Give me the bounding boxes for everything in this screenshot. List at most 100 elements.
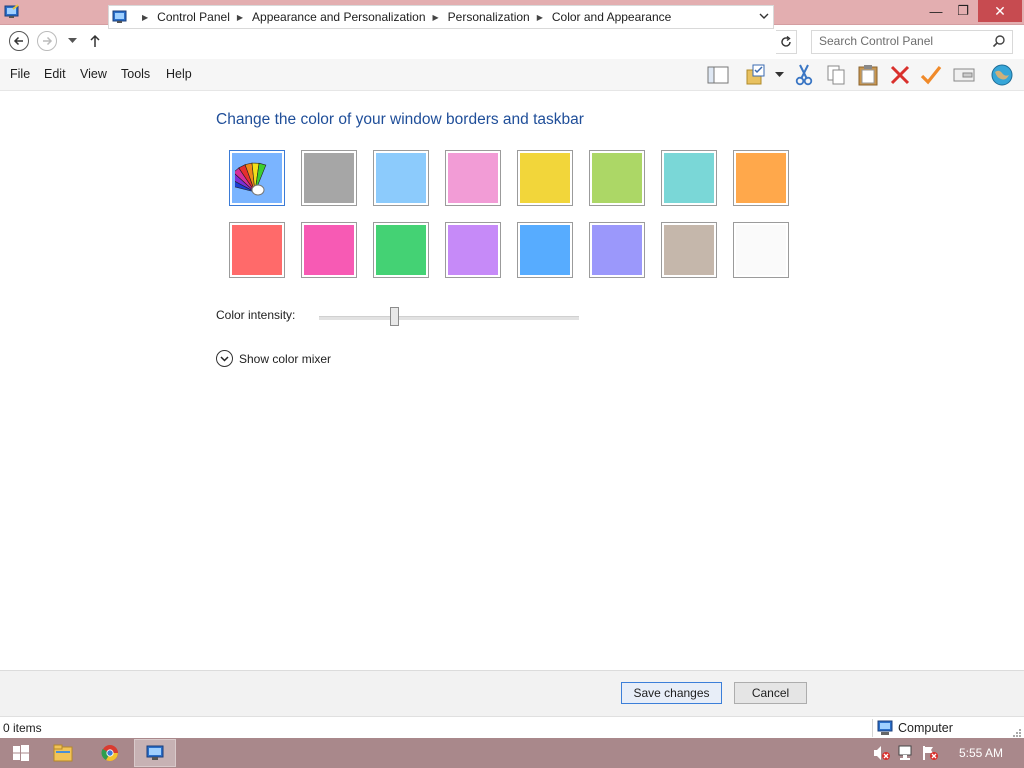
windows-logo-icon — [13, 745, 29, 761]
breadcrumb-separator-icon[interactable]: ▶ — [537, 13, 543, 22]
back-button[interactable] — [9, 31, 29, 51]
close-button[interactable]: ✕ — [978, 0, 1022, 22]
color-swatch-pink[interactable] — [445, 150, 501, 206]
swatch-fill — [664, 153, 714, 203]
globe-button[interactable] — [990, 63, 1014, 87]
color-intensity-slider-track[interactable] — [319, 316, 579, 320]
color-swatch-yellow[interactable] — [517, 150, 573, 206]
copy-button[interactable] — [824, 63, 848, 87]
dropdown-arrow-icon — [774, 72, 784, 77]
item-count: 0 items — [3, 721, 42, 735]
menu-bar: File Edit View Tools Help — [0, 59, 1024, 91]
swatch-fill — [232, 225, 282, 275]
chevron-down-icon — [67, 38, 77, 43]
minimize-button[interactable]: — — [922, 0, 950, 22]
properties-button[interactable] — [952, 63, 976, 87]
swatch-fill — [304, 153, 354, 203]
save-changes-button[interactable]: Save changes — [621, 682, 722, 704]
apply-button[interactable] — [919, 63, 943, 87]
color-swatch-white[interactable] — [733, 222, 789, 278]
address-dropdown-icon[interactable] — [759, 10, 769, 22]
clock[interactable]: 5:55 AM — [959, 746, 1003, 760]
color-swatch-violet[interactable] — [445, 222, 501, 278]
color-swatch-red[interactable] — [229, 222, 285, 278]
start-button[interactable] — [0, 739, 42, 767]
color-swatch-taupe[interactable] — [661, 222, 717, 278]
breadcrumb-separator-icon[interactable]: ▶ — [237, 13, 243, 22]
folder-options-icon — [746, 64, 765, 85]
color-swatch-teal[interactable] — [661, 150, 717, 206]
maximize-button[interactable]: ❐ — [950, 0, 976, 22]
up-arrow-icon — [90, 34, 100, 47]
status-divider — [872, 719, 873, 737]
status-bar: 0 items Computer — [0, 716, 1024, 739]
delete-icon — [890, 65, 910, 85]
show-color-mixer-label: Show color mixer — [239, 351, 332, 366]
folder-options-button[interactable] — [744, 63, 768, 87]
resize-grip-icon[interactable] — [1012, 728, 1021, 737]
color-swatch-automatic[interactable] — [229, 150, 285, 206]
cut-button[interactable] — [792, 63, 816, 87]
breadcrumb-separator-icon[interactable]: ▶ — [433, 13, 439, 22]
breadcrumb-personalization[interactable]: Personalization — [448, 10, 530, 24]
swatch-fill — [376, 225, 426, 275]
control-panel-icon — [112, 10, 127, 23]
taskbar-control-panel[interactable] — [134, 739, 176, 767]
search-icon[interactable] — [992, 34, 1006, 48]
color-swatch-periwinkle[interactable] — [589, 222, 645, 278]
action-center-tray[interactable] — [921, 745, 939, 761]
swatch-fill — [376, 153, 426, 203]
menu-edit[interactable]: Edit — [44, 67, 66, 81]
paste-button[interactable] — [856, 63, 880, 87]
swatch-fill — [520, 153, 570, 203]
swatch-fill — [448, 153, 498, 203]
file-explorer-icon — [53, 744, 73, 762]
volume-muted-icon — [874, 746, 890, 760]
recent-locations-button[interactable] — [64, 31, 80, 51]
swatch-fill — [520, 225, 570, 275]
control-panel-icon — [146, 745, 164, 760]
color-swatch-magenta[interactable] — [301, 222, 357, 278]
breadcrumb-appearance-and-personalization[interactable]: Appearance and Personalization — [252, 10, 425, 24]
swatch-fill — [664, 225, 714, 275]
taskbar-file-explorer[interactable] — [42, 739, 84, 767]
up-button[interactable] — [86, 31, 104, 51]
breadcrumb-color-and-appearance[interactable]: Color and Appearance — [552, 10, 671, 24]
volume-muted-tray[interactable] — [873, 745, 891, 761]
color-intensity-slider-thumb[interactable] — [390, 307, 399, 326]
cancel-button[interactable]: Cancel — [734, 682, 807, 704]
color-swatch-blue[interactable] — [517, 222, 573, 278]
menu-help[interactable]: Help — [166, 67, 192, 81]
search-input[interactable] — [812, 31, 989, 51]
forward-button[interactable] — [37, 31, 57, 51]
cut-icon — [795, 64, 813, 86]
color-swatch-green[interactable] — [373, 222, 429, 278]
page-heading: Change the color of your window borders … — [216, 111, 584, 128]
taskbar: 5:55 AM — [0, 738, 1024, 768]
paste-icon — [858, 65, 878, 86]
color-swatch-gray[interactable] — [301, 150, 357, 206]
menu-view[interactable]: View — [80, 67, 107, 81]
refresh-button[interactable] — [776, 30, 797, 54]
breadcrumb-control-panel[interactable]: Control Panel — [157, 10, 230, 24]
search-box[interactable] — [811, 30, 1013, 54]
action-center-alert-icon — [923, 746, 938, 760]
zone-label: Computer — [898, 721, 953, 735]
panel-layout-button[interactable] — [706, 63, 730, 87]
dialog-footer — [0, 670, 1024, 716]
show-color-mixer-button[interactable]: Show color mixer — [216, 350, 331, 367]
color-swatch-orange[interactable] — [733, 150, 789, 206]
color-swatch-lime[interactable] — [589, 150, 645, 206]
menu-file[interactable]: File — [10, 67, 30, 81]
refresh-icon — [781, 36, 791, 47]
folder-options-dropdown[interactable] — [770, 63, 788, 87]
network-tray[interactable] — [897, 745, 915, 761]
menu-tools[interactable]: Tools — [121, 67, 150, 81]
delete-button[interactable] — [888, 63, 912, 87]
color-swatch-light-blue[interactable] — [373, 150, 429, 206]
taskbar-chrome[interactable] — [89, 739, 131, 767]
chrome-icon — [101, 745, 118, 762]
network-icon — [898, 745, 912, 760]
address-bar[interactable]: ▶ Control Panel ▶ Appearance and Persona… — [108, 5, 774, 29]
properties-icon — [953, 68, 975, 82]
